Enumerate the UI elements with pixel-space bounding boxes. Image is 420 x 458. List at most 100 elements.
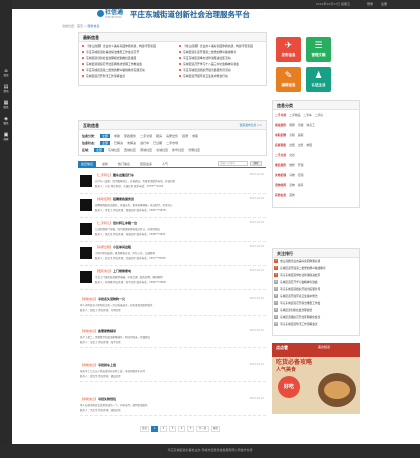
filter-option[interactable]: 二手交易 [140, 134, 152, 138]
category-link[interactable]: 二手房 [315, 113, 323, 117]
filter-option[interactable]: 未解决 [127, 141, 136, 145]
list-item[interactable]: 【二手转让】整车出售自行车 2014-10-16 自行车八成新，因为搬家转让，价… [80, 172, 266, 194]
nav-shop[interactable]: ▣ 商家 [0, 132, 12, 141]
category-link[interactable]: 寻物 [289, 173, 295, 177]
category-link[interactable]: 招领 [298, 173, 304, 177]
filter-option[interactable]: 已过期 [153, 141, 162, 145]
list-item[interactable]: 【二手转让】低价转让冰箱一台 2014-10-15 九成新双开门冰箱，因为更换新… [80, 220, 266, 242]
news-item[interactable]: 平庄东城街道举办法律讲座进社区活动 [179, 56, 266, 62]
page-2[interactable]: 2 [160, 426, 167, 432]
ranking-item[interactable]: 4 东城街道召开学习会精神宣讲会 [274, 279, 358, 286]
filter-option[interactable]: 二手市场 [166, 141, 178, 145]
filter-option[interactable]: 南城社区 [140, 148, 152, 152]
news-item[interactable]: 东城街道召开防汛工作部署会议 [82, 74, 172, 80]
nav-service[interactable]: ◈ 服务 [0, 116, 12, 125]
tab-hot[interactable]: 热门信息 [118, 161, 130, 167]
category-link[interactable]: 二手物品 [289, 113, 300, 117]
category-link[interactable]: 宠物 [289, 183, 295, 187]
filter-option[interactable]: 全部 [100, 141, 111, 145]
category-link[interactable]: 寄养 [298, 183, 304, 187]
login-link[interactable]: 登录 [367, 2, 373, 6]
filter-option[interactable]: 新华社区 [172, 148, 184, 152]
category-link[interactable]: 保姆 [289, 123, 295, 127]
list-item[interactable]: 【求职招聘】招聘家政服务员 2014-10-16 招聘家政服务员数名，待遇从优，… [80, 196, 266, 218]
filter-option[interactable]: 北城社区 [156, 148, 168, 152]
ranking-item[interactable]: 8 东城街道创新社会治理模式 [274, 307, 358, 314]
ranking-item[interactable]: 5 平庄东城街道组织开展为民服务月 [274, 286, 358, 293]
list-item[interactable]: 【求助信息】寻找拼车上班 2014-10-13 每天早上七点从小区出发前往市区上… [80, 362, 266, 382]
filter-option[interactable]: 进行中 [140, 141, 149, 145]
filter-option[interactable]: 求助 [114, 134, 120, 138]
search-button[interactable]: 搜索 [250, 161, 262, 166]
list-item[interactable]: 【求助信息】寻找走失宠物狗一只 2014-10-14 本人于昨日在小区附近走失一… [80, 296, 266, 316]
list-item[interactable]: 【求助信息】急需家教辅导 2014-10-13 孩子上初二，需要数学和英语家教辅… [80, 328, 266, 348]
filter-option[interactable]: 全部 [100, 134, 111, 138]
page-1[interactable]: 1 [151, 426, 158, 432]
ranking-item[interactable]: 7 平庄东城街道召开综治维稳工作会 [274, 300, 358, 307]
page-4[interactable]: 4 [178, 426, 185, 432]
page-last[interactable]: 尾页 [211, 426, 220, 432]
page-5[interactable]: 5 [187, 426, 194, 432]
category-link[interactable]: 兼职 [298, 133, 304, 137]
ranking-item[interactable]: 9 东城街道组织召开社区网格化会议 [274, 314, 358, 321]
news-item[interactable]: 【金山商圈】企业办＊美好家园你我共建，构建平安家园 [82, 44, 172, 50]
news-item[interactable]: 【金山商圈】企业办＊美好家园你我共建，构建平安家园 [179, 44, 266, 50]
food-ad-banner[interactable]: 点点看 美食频道 吃货必备攻略 人气美食 好吃 [272, 343, 360, 414]
tab-most-replies[interactable]: 回复最多 [140, 161, 152, 167]
publish-link[interactable]: 我来发布信息 >> [240, 123, 262, 127]
publish-info-button[interactable]: ✈ 发布信息 [276, 37, 301, 62]
tab-recent[interactable]: 最近信息 [78, 161, 97, 167]
category-link[interactable]: 交易 [289, 153, 295, 157]
search-input[interactable]: 请输入关键字 [218, 161, 248, 166]
category-link[interactable]: 维修 [289, 163, 295, 167]
category-link[interactable]: 出售 [298, 143, 304, 147]
ranking-item[interactable]: 10 平庄东城街道防汛工作部署会议 [274, 321, 358, 328]
page-3[interactable]: 3 [169, 426, 176, 432]
filter-option[interactable]: 已解决 [114, 141, 123, 145]
filter-option[interactable]: 求职 [192, 134, 198, 138]
manage-docs-button[interactable]: ☰ 管理文稿 [306, 37, 331, 62]
news-item[interactable]: 东城街道召开学习十八届三中全会精神宣讲会 [179, 62, 266, 68]
filter-option[interactable]: 招聘 [182, 134, 188, 138]
page-next[interactable]: 下一页 [196, 426, 209, 432]
tab-popular[interactable]: 人气 [162, 161, 168, 167]
category-link[interactable]: 求租 [306, 143, 312, 147]
news-item[interactable]: 东城街道扎实开展第二批党的群众路线教育 [179, 50, 266, 56]
filter-option[interactable]: 租房 [156, 134, 162, 138]
ranking-item[interactable]: 2 东城街道开展第二批党的群众路线教育 [274, 265, 358, 272]
nav-home[interactable]: ⌂ 首页 [0, 68, 12, 77]
news-item[interactable]: 平庄东城街道办事处综治维稳工作会议召开 [82, 50, 172, 56]
filter-option[interactable]: 西城社区 [124, 148, 136, 152]
list-item[interactable]: 【便民信息】上门维修家电 2014-10-14 专业上门维修各类家用电器，价格合… [80, 268, 266, 290]
filter-option[interactable]: 东城社区 [108, 148, 120, 152]
nav-gov[interactable]: ▦ 政务 [0, 100, 12, 109]
filter-option[interactable]: 全部 [94, 148, 105, 152]
filter-option[interactable]: 房屋出售 [166, 134, 178, 138]
filter-option[interactable]: 光明社区 [188, 148, 200, 152]
edit-info-button[interactable]: ✎ 编辑信息 [276, 67, 301, 92]
news-item[interactable]: 东城街道开展环境卫生集中整治行动 [179, 74, 266, 80]
tab-newest[interactable]: 最新 [102, 161, 108, 167]
breadcrumb-home[interactable]: 当前位置：首页 [62, 24, 83, 28]
category-link[interactable]: 出租 [289, 143, 295, 147]
page-first[interactable]: 首页 [140, 426, 149, 432]
register-link[interactable]: 注册 [381, 2, 387, 6]
list-item[interactable]: 【房屋出租】小区单间出租 2014-10-15 小区内单间出租，家具家电齐全，拎… [80, 244, 266, 266]
news-item[interactable]: 东城街道创新社会治理模式助推社区发展 [82, 56, 172, 62]
ranking-item[interactable]: 6 东城街道开展环境卫生集中整治 [274, 293, 358, 300]
category-link[interactable]: 其他 [289, 193, 295, 197]
verify-company-button[interactable]: ♟ 认证企业 [306, 67, 331, 92]
category-link[interactable]: 二手车 [303, 113, 311, 117]
filter-option[interactable]: 家政服务 [124, 134, 136, 138]
site-logo[interactable]: 社信通 SHEXINTONG [97, 9, 125, 20]
news-item[interactable]: 平庄东城街道第二批党的群众路线教育实践活动 [82, 68, 172, 74]
nav-news[interactable]: ▤ 资讯 [0, 84, 12, 93]
list-item[interactable]: 【求助信息】寻找失物钱包 2014-10-12 本人在超市附近丢失黑色钱包一个，… [80, 396, 266, 416]
ranking-item[interactable]: 1 金山商圈企业办美好家园你我共建 [274, 258, 358, 265]
category-link[interactable]: 钟点工 [306, 123, 314, 127]
category-link[interactable]: 月嫂 [298, 123, 304, 127]
ranking-item[interactable]: 3 平庄东城街道举办法律讲座进社区 [274, 272, 358, 279]
news-item[interactable]: 平庄东城街道组织开展为民服务月活动 [179, 68, 266, 74]
category-link[interactable]: 开锁 [298, 163, 304, 167]
news-item[interactable]: 东城街道组织召开社区网格化管理工作推进会 [82, 62, 172, 68]
